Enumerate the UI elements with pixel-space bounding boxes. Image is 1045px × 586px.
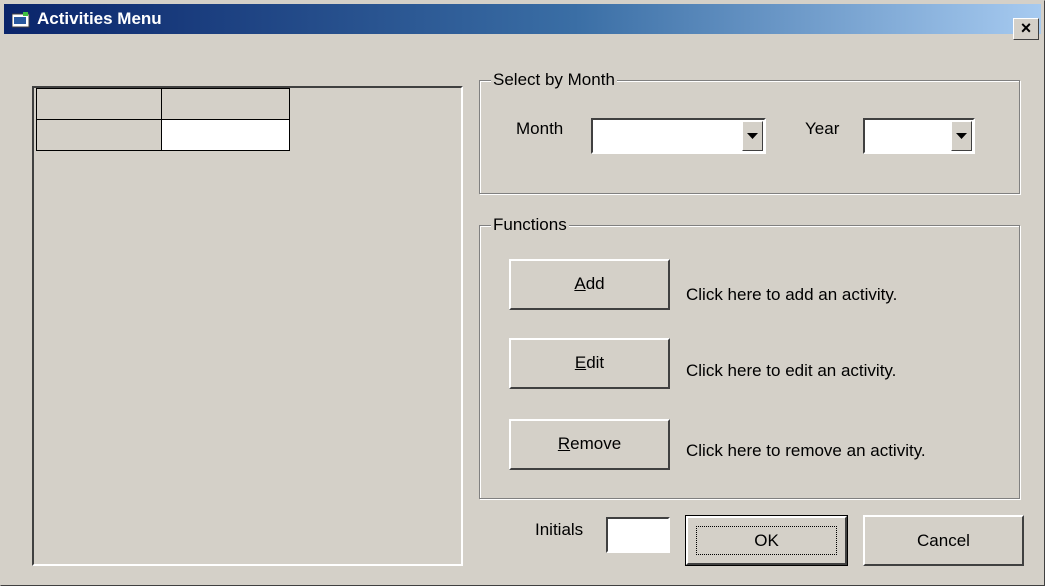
cancel-button[interactable]: Cancel [863,515,1024,566]
close-button[interactable]: × [1013,18,1039,40]
edit-button[interactable]: Edit [509,338,670,389]
close-icon: × [1020,18,1032,38]
remove-button-mnemonic: R [557,434,571,453]
month-dropdown-button[interactable] [742,121,763,151]
add-button-label: dd [585,274,605,293]
add-description: Click here to add an activity. [686,285,898,304]
initials-input[interactable] [606,517,670,553]
window-title: Activities Menu [37,9,162,28]
chevron-down-icon [956,133,967,139]
edit-button-label: dit [586,353,605,372]
grid-cell[interactable] [161,119,290,151]
chevron-down-icon [747,133,758,139]
grid-row [36,119,290,151]
grid-header-cell[interactable] [36,88,162,120]
month-label: Month [516,119,564,138]
remove-description: Click here to remove an activity. [686,441,926,460]
year-dropdown-button[interactable] [951,121,972,151]
edit-button-mnemonic: E [574,353,587,372]
add-button[interactable]: Add [509,259,670,310]
grid-header-cell[interactable] [161,88,290,120]
edit-description: Click here to edit an activity. [686,361,897,380]
initials-label: Initials [535,520,584,539]
grid-table [36,88,290,151]
ok-button-label: OK [754,531,779,550]
cancel-button-label: Cancel [917,531,970,550]
year-label: Year [805,119,840,138]
month-select[interactable] [591,118,766,154]
remove-button[interactable]: Remove [509,419,670,470]
add-button-mnemonic: A [574,274,586,293]
activities-grid[interactable] [32,86,463,566]
app-icon [12,12,30,28]
grid-row-header-cell[interactable] [36,119,162,151]
select-by-month-legend: Select by Month [491,70,617,90]
activities-menu-window: Activities Menu × Select by Month Month … [0,0,1045,586]
grid-header-row [36,88,290,120]
ok-button-face: OK [686,516,847,565]
remove-button-label: emove [570,434,622,453]
functions-legend: Functions [491,215,569,235]
title-bar[interactable]: Activities Menu [4,4,1041,34]
ok-button[interactable]: OK [685,515,848,566]
year-select[interactable] [863,118,975,154]
